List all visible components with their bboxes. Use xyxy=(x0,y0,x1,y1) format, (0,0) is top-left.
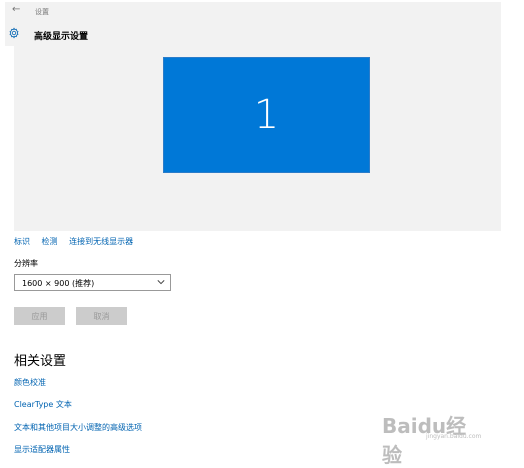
apply-button[interactable]: 应用 xyxy=(14,307,65,325)
connect-wireless-display-link[interactable]: 连接到无线显示器 xyxy=(69,237,133,246)
gear-icon xyxy=(9,27,19,39)
page-title: 高级显示设置 xyxy=(34,32,89,42)
resolution-dropdown[interactable]: 1600 × 900 (推荐) xyxy=(14,274,171,291)
detect-link[interactable]: 检测 xyxy=(42,237,58,246)
title-bar: ← 设置 xyxy=(5,2,501,20)
resolution-value: 1600 × 900 (推荐) xyxy=(22,279,95,288)
display-actions: 标识 检测 连接到无线显示器 xyxy=(14,236,142,247)
advanced-sizing-link[interactable]: 文本和其他项目大小调整的高级选项 xyxy=(14,422,142,433)
cancel-button[interactable]: 取消 xyxy=(76,307,127,325)
display-adapter-properties-link[interactable]: 显示适配器属性 xyxy=(14,444,70,455)
identify-link[interactable]: 标识 xyxy=(14,237,30,246)
color-calibration-link[interactable]: 颜色校准 xyxy=(14,377,46,388)
baidu-watermark: Baidu经验 jingyan.baidu.com xyxy=(380,402,482,467)
app-title: 设置 xyxy=(35,8,49,16)
display-preview-area: 1 xyxy=(14,46,501,231)
back-button[interactable]: ← xyxy=(12,4,20,15)
monitor-1[interactable]: 1 xyxy=(163,57,370,173)
monitor-number: 1 xyxy=(253,92,280,138)
related-settings-title: 相关设置 xyxy=(14,354,67,369)
chevron-down-icon xyxy=(157,280,165,285)
cleartype-text-link[interactable]: ClearType 文本 xyxy=(14,399,72,410)
resolution-label: 分辨率 xyxy=(14,259,38,268)
page-header: 高级显示设置 xyxy=(5,20,501,46)
watermark-url: jingyan.baidu.com xyxy=(426,433,482,440)
